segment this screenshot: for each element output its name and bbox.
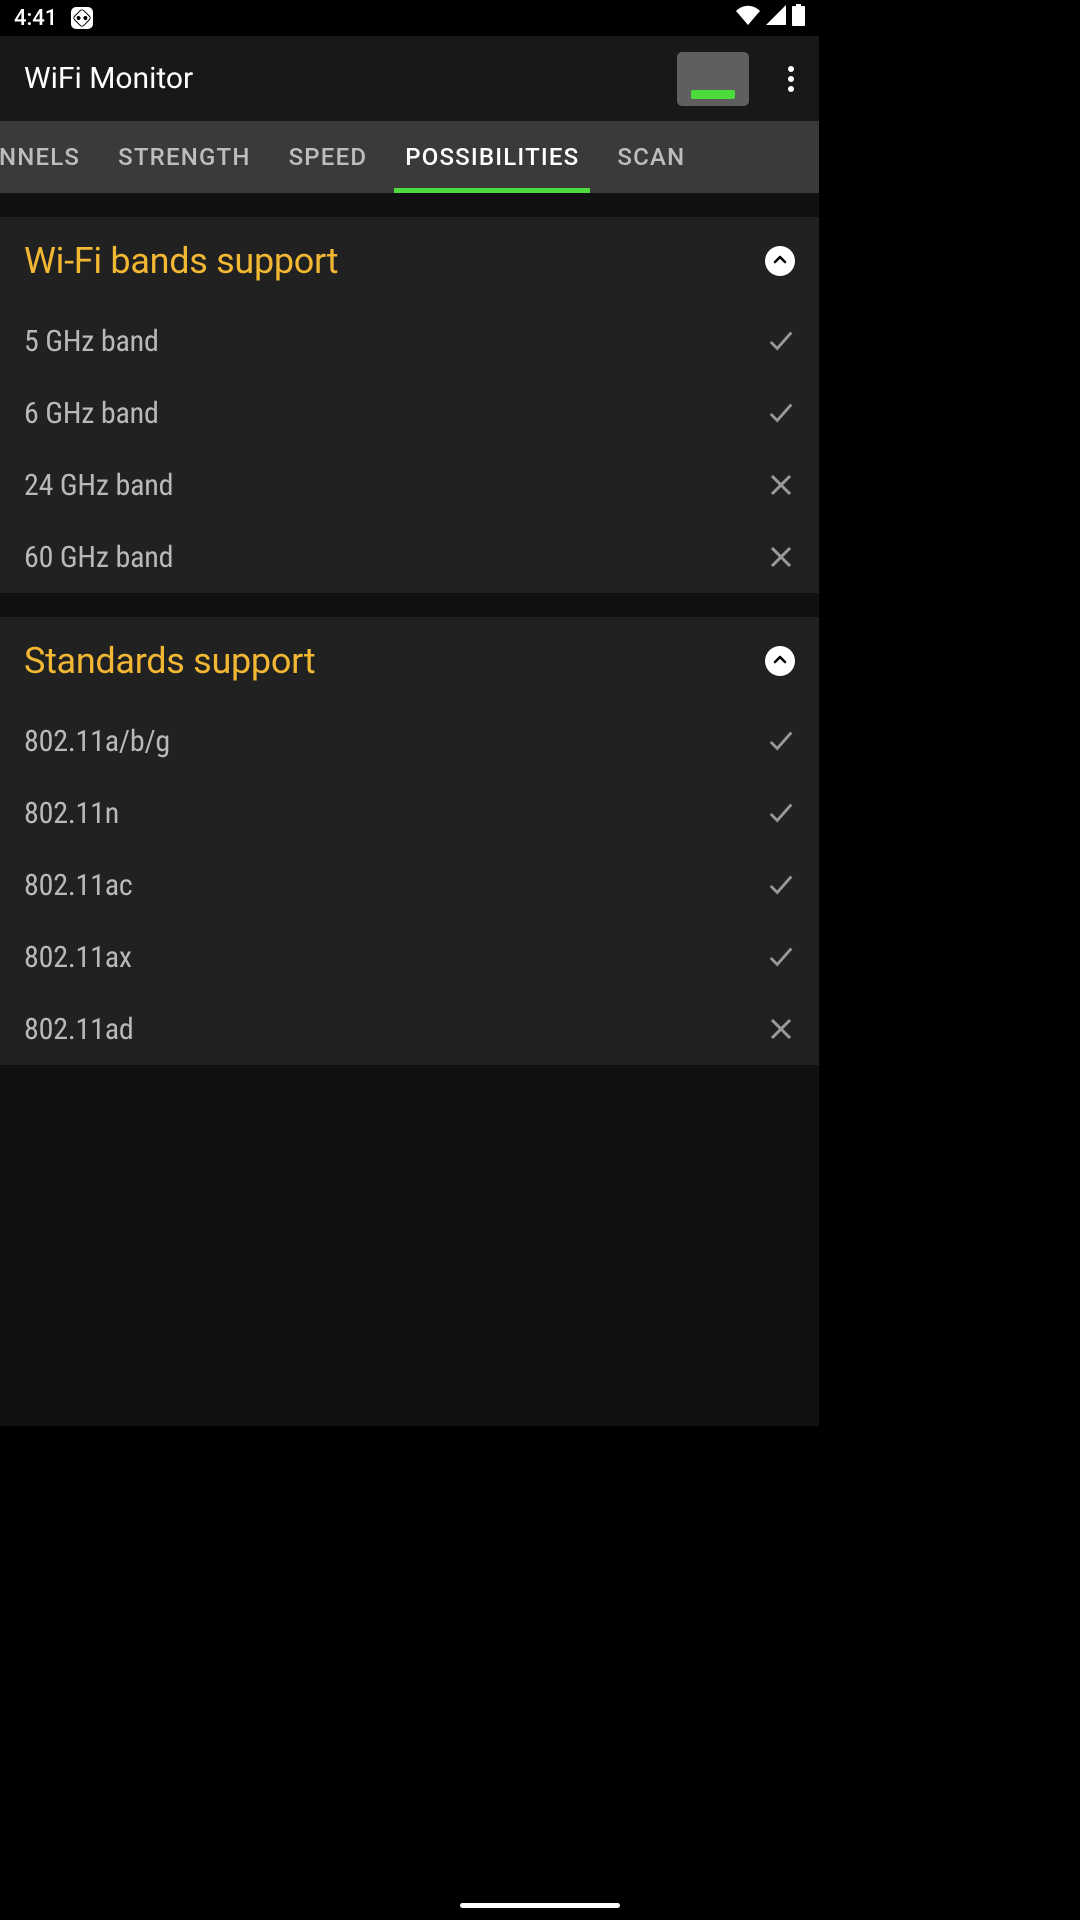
status-left: 4:41 bbox=[14, 6, 93, 31]
status-bar: 4:41 bbox=[0, 0, 819, 36]
standard-label: 802.11ax bbox=[24, 940, 767, 975]
band-row: 5 GHz band bbox=[0, 305, 819, 377]
section-bands: Wi-Fi bands support 5 GHz band 6 GHz ban… bbox=[0, 217, 819, 593]
collapse-button[interactable] bbox=[765, 246, 795, 276]
content-scroll[interactable]: Wi-Fi bands support 5 GHz band 6 GHz ban… bbox=[0, 193, 819, 1426]
standard-label: 802.11n bbox=[24, 796, 767, 831]
tab-bar: NNELS STRENGTH SPEED POSSIBILITIES SCAN bbox=[0, 121, 819, 193]
check-icon bbox=[767, 871, 795, 899]
battery-icon bbox=[792, 4, 805, 32]
band-label: 24 GHz band bbox=[24, 468, 767, 503]
check-icon bbox=[767, 399, 795, 427]
tab-possibilities[interactable]: POSSIBILITIES bbox=[386, 121, 598, 193]
cellular-icon bbox=[766, 5, 786, 31]
wifi-icon bbox=[736, 5, 760, 31]
notification-icon bbox=[71, 7, 93, 29]
standard-row: 802.11n bbox=[0, 777, 819, 849]
standard-row: 802.11ac bbox=[0, 849, 819, 921]
check-icon bbox=[767, 327, 795, 355]
system-nav-bar bbox=[0, 1890, 1080, 1920]
tab-speed[interactable]: SPEED bbox=[270, 121, 387, 193]
band-label: 5 GHz band bbox=[24, 324, 767, 359]
check-icon bbox=[767, 943, 795, 971]
section-title-standards: Standards support bbox=[24, 640, 765, 682]
standard-row: 802.11ax bbox=[0, 921, 819, 993]
check-icon bbox=[767, 799, 795, 827]
collapse-button[interactable] bbox=[765, 646, 795, 676]
close-icon bbox=[767, 1015, 795, 1043]
band-row: 60 GHz band bbox=[0, 521, 819, 593]
section-header-bands[interactable]: Wi-Fi bands support bbox=[0, 217, 819, 305]
overflow-menu-button[interactable] bbox=[773, 61, 809, 97]
section-header-standards[interactable]: Standards support bbox=[0, 617, 819, 705]
tab-channels[interactable]: NNELS bbox=[0, 121, 99, 193]
close-icon bbox=[767, 471, 795, 499]
signal-indicator-button[interactable] bbox=[677, 52, 749, 106]
chevron-up-icon bbox=[773, 652, 787, 671]
tab-strength[interactable]: STRENGTH bbox=[99, 121, 269, 193]
gesture-handle[interactable] bbox=[460, 1903, 620, 1908]
close-icon bbox=[767, 543, 795, 571]
section-title-bands: Wi-Fi bands support bbox=[24, 240, 765, 282]
band-label: 60 GHz band bbox=[24, 540, 767, 575]
chevron-up-icon bbox=[773, 252, 787, 271]
band-row: 6 GHz band bbox=[0, 377, 819, 449]
check-icon bbox=[767, 727, 795, 755]
status-time: 4:41 bbox=[14, 6, 57, 31]
standard-row: 802.11a/b/g bbox=[0, 705, 819, 777]
standard-row: 802.11ad bbox=[0, 993, 819, 1065]
standard-label: 802.11a/b/g bbox=[24, 724, 767, 759]
app-bar: WiFi Monitor bbox=[0, 36, 819, 121]
standard-label: 802.11ad bbox=[24, 1012, 767, 1047]
status-right bbox=[736, 4, 805, 32]
band-row: 24 GHz band bbox=[0, 449, 819, 521]
standard-label: 802.11ac bbox=[24, 868, 767, 903]
tab-scan[interactable]: SCAN bbox=[598, 121, 704, 193]
section-standards: Standards support 802.11a/b/g 802.11n 80… bbox=[0, 617, 819, 1065]
band-label: 6 GHz band bbox=[24, 396, 767, 431]
app-title: WiFi Monitor bbox=[24, 61, 677, 96]
